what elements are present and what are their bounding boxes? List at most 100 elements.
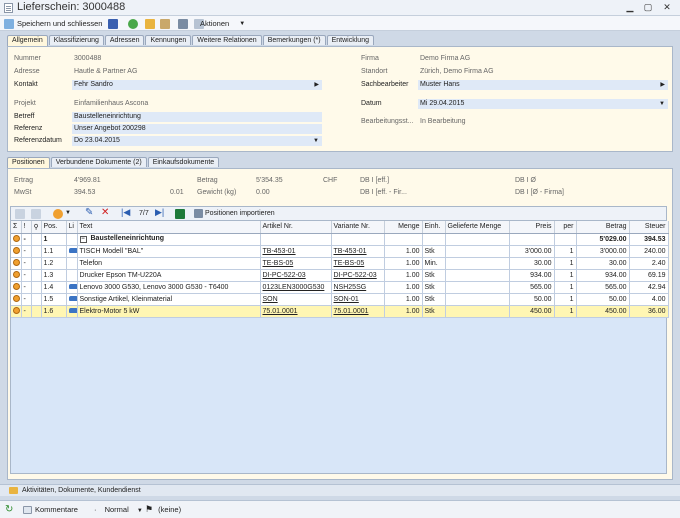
cell-icon[interactable]: [445, 269, 510, 282]
cell-preis[interactable]: 3'000.00: [509, 245, 555, 258]
cell-icon[interactable]: -: [21, 305, 32, 318]
cell-icon[interactable]: [66, 257, 78, 270]
cell-per[interactable]: 1: [554, 293, 577, 306]
table-row[interactable]: - 1.4 Lenovo 3000 G530, Lenovo 3000 G530 -…: [11, 281, 669, 294]
cell-icon[interactable]: [66, 269, 78, 282]
cell-preis[interactable]: 450.00: [509, 305, 555, 318]
cell-per[interactable]: 1: [554, 245, 577, 258]
cell-icon[interactable]: [66, 305, 78, 318]
cell-icon[interactable]: [11, 281, 22, 294]
cell-menge[interactable]: 1.00: [384, 269, 423, 282]
tab-klassifizierung[interactable]: Klassifizierung: [48, 35, 104, 45]
cell-menge[interactable]: 1.00: [384, 293, 423, 306]
sachbearbeiter-field[interactable]: Muster Hans ▶: [418, 80, 668, 90]
last-page-icon[interactable]: ▶|: [155, 207, 164, 218]
cell-text[interactable]: Elektro-Motor 5 kW: [77, 305, 261, 318]
cell-icon[interactable]: [11, 293, 22, 306]
open-button[interactable]: [145, 17, 155, 30]
cell-steuer[interactable]: 36.00: [629, 305, 669, 318]
cell-icon[interactable]: [11, 305, 22, 318]
cell-betrag[interactable]: 50.00: [576, 293, 630, 306]
actions-menu[interactable]: Aktionen ▼: [200, 17, 245, 30]
cell-icon[interactable]: -: [21, 257, 32, 270]
cell-pos[interactable]: 1.2: [41, 257, 67, 270]
cell-per[interactable]: 1: [554, 269, 577, 282]
cell-einh[interactable]: [422, 233, 446, 246]
cell-einh[interactable]: Stk: [422, 305, 446, 318]
cell-pos[interactable]: 1.3: [41, 269, 67, 282]
col-preis[interactable]: Preis: [509, 221, 555, 234]
cell-icon[interactable]: [31, 257, 42, 270]
cell-preis[interactable]: 565.00: [509, 281, 555, 294]
tab-weitere-relationen[interactable]: Weitere Relationen: [192, 35, 262, 45]
cell-icon[interactable]: [11, 233, 22, 246]
table-row[interactable]: - 1.1 TISCH Modell "BAL" TB-453-01 TB-453-01…: [11, 245, 669, 258]
close-button[interactable]: ✕: [661, 2, 673, 13]
cell-artikel[interactable]: [260, 233, 332, 246]
cell-icon[interactable]: -: [21, 281, 32, 294]
cell-menge[interactable]: 1.00: [384, 257, 423, 270]
betreff-field[interactable]: Baustelleneinrichtung: [72, 112, 322, 122]
cell-artikel[interactable]: SON: [260, 293, 332, 306]
cell-steuer[interactable]: 42.94: [629, 281, 669, 294]
cell-icon[interactable]: [31, 281, 42, 294]
cell-text[interactable]: Drucker Epson TM-U220A: [77, 269, 261, 282]
cell-steuer[interactable]: 69.19: [629, 269, 669, 282]
cell-steuer[interactable]: 2.40: [629, 257, 669, 270]
chevron-down-icon[interactable]: ▼: [65, 210, 71, 216]
cell-icon[interactable]: [445, 233, 510, 246]
cell-betrag[interactable]: 565.00: [576, 281, 630, 294]
cell-icon[interactable]: [445, 293, 510, 306]
forward-button[interactable]: [128, 17, 138, 30]
comments-button[interactable]: Kommentare: [23, 505, 78, 514]
minimize-button[interactable]: ▁: [624, 2, 636, 13]
cell-artikel[interactable]: 75.01.0001: [260, 305, 332, 318]
cell-preis[interactable]: 50.00: [509, 293, 555, 306]
col-variante[interactable]: Variante Nr.: [331, 221, 385, 234]
cell-per[interactable]: [554, 233, 577, 246]
cell-text[interactable]: Lenovo 3000 G530, Lenovo 3000 G530 - T64…: [77, 281, 261, 294]
cell-menge[interactable]: 1.00: [384, 245, 423, 258]
cell-icon[interactable]: [31, 293, 42, 306]
col-pos[interactable]: Pos.: [41, 221, 67, 234]
col-artikel[interactable]: Artikel Nr.: [260, 221, 332, 234]
datum-field[interactable]: Mi 29.04.2015 ▼: [418, 99, 668, 109]
cell-variante[interactable]: TB-453-01: [331, 245, 385, 258]
cell-einh[interactable]: Stk: [422, 293, 446, 306]
kontakt-field[interactable]: Fehr Sandro ▶: [72, 80, 322, 90]
cell-betrag[interactable]: 5'029.00: [576, 233, 630, 246]
tab-bemerkungen[interactable]: Bemerkungen (*): [262, 35, 326, 45]
table-row[interactable]: - 1 − Baustelleneinrichtung 5'029.00 394.53: [11, 233, 669, 246]
priority-dropdown[interactable]: · Normal ▼: [94, 505, 143, 514]
col-menge[interactable]: Menge: [384, 221, 423, 234]
col-li[interactable]: Li: [66, 221, 78, 234]
flag-column-header[interactable]: !: [21, 221, 32, 234]
cell-preis[interactable]: 30.00: [509, 257, 555, 270]
cell-per[interactable]: 1: [554, 281, 577, 294]
cell-pos[interactable]: 1.6: [41, 305, 67, 318]
cell-pos[interactable]: 1.4: [41, 281, 67, 294]
flag-dropdown[interactable]: ⚑ (keine): [145, 504, 181, 515]
referenzdatum-field[interactable]: Do 23.04.2015 ▼: [72, 136, 322, 146]
cell-steuer[interactable]: 4.00: [629, 293, 669, 306]
cell-icon[interactable]: [66, 245, 78, 258]
table-row[interactable]: - 1.6 Elektro-Motor 5 kW 75.01.0001 75.01.00…: [11, 305, 669, 318]
cell-icon[interactable]: [11, 257, 22, 270]
maximize-button[interactable]: ▢: [642, 2, 654, 13]
cell-preis[interactable]: [509, 233, 555, 246]
cell-artikel[interactable]: DI-PC-522-03: [260, 269, 332, 282]
cell-betrag[interactable]: 30.00: [576, 257, 630, 270]
tab-einkaufsdokumente[interactable]: Einkaufsdokumente: [147, 157, 220, 167]
tab-kennungen[interactable]: Kennungen: [145, 35, 192, 45]
up-icon[interactable]: [15, 209, 25, 219]
cell-einh[interactable]: Stk: [422, 281, 446, 294]
col-gelieferte-menge[interactable]: Gelieferte Menge: [445, 221, 510, 234]
col-einh[interactable]: Einh.: [422, 221, 446, 234]
cell-menge[interactable]: 1.00: [384, 281, 423, 294]
delete-icon[interactable]: ✕: [101, 207, 109, 218]
activities-bar[interactable]: Aktivitäten, Dokumente, Kundendienst: [0, 484, 680, 496]
cell-artikel[interactable]: 0123LEN3000G530: [260, 281, 332, 294]
cell-text[interactable]: − Baustelleneinrichtung: [77, 233, 261, 246]
filter-column-header[interactable]: ⚲: [31, 221, 42, 234]
cell-icon[interactable]: [66, 281, 78, 294]
